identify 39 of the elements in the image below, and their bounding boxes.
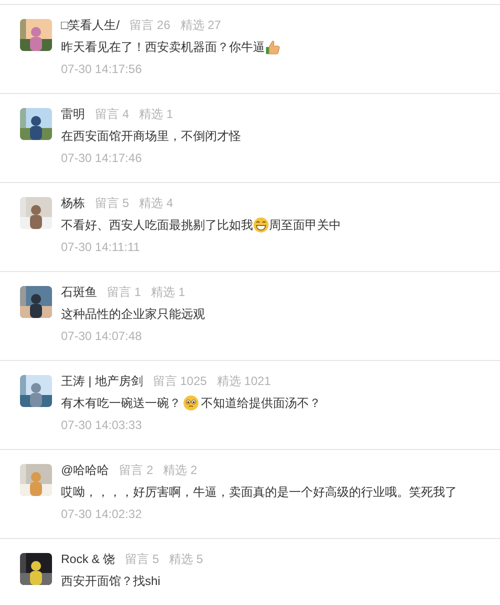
comment-text: 这种品性的企业家只能远观 — [61, 306, 205, 323]
reply-count: 留言 26 — [130, 17, 170, 34]
timestamp: 07-30 14:11:11 — [61, 239, 141, 256]
timestamp: 07-30 14:02:32 — [61, 506, 143, 523]
grinning-face-icon — [253, 217, 269, 233]
timestamp: 07-30 14:17:46 — [61, 150, 143, 167]
user-name: @哈哈哈 — [61, 462, 110, 479]
comment-text: 哎呦，，，，好厉害啊，牛逼，卖面真的是一个好高级的行业哦。笑死我了 — [61, 484, 457, 501]
timestamp: 07-30 14:17:56 — [61, 61, 143, 78]
user-name: 石斑鱼 — [61, 284, 97, 301]
user-name: Rock & 饶 — [61, 551, 116, 568]
featured-count: 精选 1 — [139, 106, 174, 123]
comment-text: 不知道给提供面汤不？ — [201, 395, 321, 412]
comment-text: 不看好、西安人吃面最挑剔了比如我 — [61, 217, 253, 234]
reply-count: 留言 1025 — [152, 373, 207, 390]
featured-count: 精选 5 — [169, 551, 204, 568]
featured-count: 精选 2 — [163, 462, 198, 479]
reply-count: 留言 1 — [107, 284, 142, 301]
reply-count: 留言 2 — [119, 462, 154, 479]
timestamp: 07-30 14:03:33 — [61, 417, 143, 434]
timestamp: 07-30 14:07:48 — [61, 328, 143, 345]
reply-count: 留言 5 — [95, 195, 130, 212]
user-name: □笑看人生/ — [61, 17, 120, 34]
comment-text: 在西安面馆开商场里，不倒闭才怪 — [61, 128, 241, 145]
worried-face-icon — [183, 395, 199, 411]
comment-text: 有木有吃一碗送一碗？ — [61, 395, 181, 412]
comment-text: 西安开面馆？找shi — [61, 573, 160, 590]
user-name: 雷明 — [61, 106, 85, 123]
reply-count: 留言 5 — [125, 551, 160, 568]
featured-count: 精选 1021 — [216, 373, 271, 390]
featured-count: 精选 4 — [139, 195, 174, 212]
reply-count: 留言 4 — [95, 106, 130, 123]
comment-text: 周至面甲关中 — [269, 217, 341, 234]
featured-count: 精选 27 — [180, 17, 221, 34]
user-name: 杨栋 — [61, 195, 85, 212]
user-name: 王涛 | 地产房剑 — [61, 373, 143, 390]
featured-count: 精选 1 — [151, 284, 186, 301]
comment-text: 昨天看见在了！西安卖机器面？你牛逼 — [61, 39, 265, 56]
thumbs-up-icon — [265, 39, 281, 55]
